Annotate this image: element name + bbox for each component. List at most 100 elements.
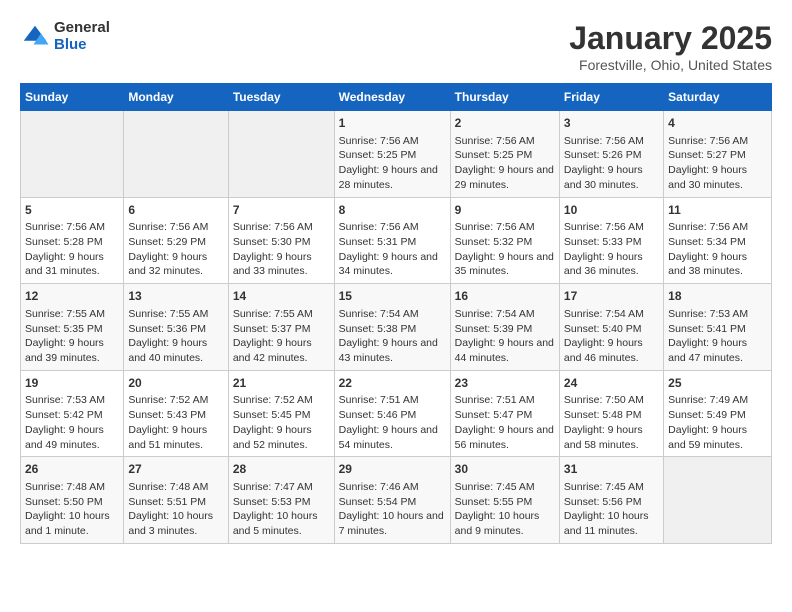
calendar-cell: 23Sunrise: 7:51 AMSunset: 5:47 PMDayligh… <box>450 370 559 457</box>
daylight-text: Daylight: 9 hours and 56 minutes. <box>455 424 554 451</box>
sunset-text: Sunset: 5:35 PM <box>25 323 103 335</box>
week-row-0: 1Sunrise: 7:56 AMSunset: 5:25 PMDaylight… <box>21 111 772 198</box>
sunset-text: Sunset: 5:47 PM <box>455 409 533 421</box>
calendar-cell: 21Sunrise: 7:52 AMSunset: 5:45 PMDayligh… <box>228 370 334 457</box>
sunrise-text: Sunrise: 7:52 AM <box>233 394 313 406</box>
day-number: 13 <box>128 288 223 305</box>
sunrise-text: Sunrise: 7:53 AM <box>668 308 748 320</box>
calendar-cell: 14Sunrise: 7:55 AMSunset: 5:37 PMDayligh… <box>228 284 334 371</box>
header-cell-monday: Monday <box>124 84 228 111</box>
day-number: 17 <box>564 288 659 305</box>
header-cell-sunday: Sunday <box>21 84 124 111</box>
day-number: 2 <box>455 115 555 132</box>
sunset-text: Sunset: 5:40 PM <box>564 323 642 335</box>
sunrise-text: Sunrise: 7:54 AM <box>455 308 535 320</box>
sunrise-text: Sunrise: 7:47 AM <box>233 481 313 493</box>
calendar-cell <box>21 111 124 198</box>
daylight-text: Daylight: 9 hours and 35 minutes. <box>455 251 554 278</box>
daylight-text: Daylight: 9 hours and 32 minutes. <box>128 251 207 278</box>
sunset-text: Sunset: 5:55 PM <box>455 496 533 508</box>
daylight-text: Daylight: 9 hours and 52 minutes. <box>233 424 312 451</box>
sunset-text: Sunset: 5:49 PM <box>668 409 746 421</box>
calendar-cell: 11Sunrise: 7:56 AMSunset: 5:34 PMDayligh… <box>664 197 772 284</box>
daylight-text: Daylight: 9 hours and 38 minutes. <box>668 251 747 278</box>
calendar-cell: 18Sunrise: 7:53 AMSunset: 5:41 PMDayligh… <box>664 284 772 371</box>
calendar-cell: 13Sunrise: 7:55 AMSunset: 5:36 PMDayligh… <box>124 284 228 371</box>
sunrise-text: Sunrise: 7:56 AM <box>455 221 535 233</box>
daylight-text: Daylight: 9 hours and 54 minutes. <box>339 424 438 451</box>
calendar-cell: 28Sunrise: 7:47 AMSunset: 5:53 PMDayligh… <box>228 457 334 544</box>
calendar-header: SundayMondayTuesdayWednesdayThursdayFrid… <box>21 84 772 111</box>
calendar-cell: 20 Sunrise: 7:52 AM Sunset: 5:43 PM Dayligh… <box>124 370 228 457</box>
sunrise-text: Sunrise: 7:55 AM <box>233 308 313 320</box>
sunrise-text: Sunrise: 7:56 AM <box>233 221 313 233</box>
calendar-cell: 5Sunrise: 7:56 AMSunset: 5:28 PMDaylight… <box>21 197 124 284</box>
calendar-cell: 8Sunrise: 7:56 AMSunset: 5:31 PMDaylight… <box>334 197 450 284</box>
day-number: 10 <box>564 202 659 219</box>
week-row-2: 12Sunrise: 7:55 AMSunset: 5:35 PMDayligh… <box>21 284 772 371</box>
calendar-cell: 25Sunrise: 7:49 AMSunset: 5:49 PMDayligh… <box>664 370 772 457</box>
logo-blue: Blue <box>54 37 110 54</box>
calendar-cell: 7Sunrise: 7:56 AMSunset: 5:30 PMDaylight… <box>228 197 334 284</box>
sunset-text: Sunset: 5:43 PM <box>128 409 206 421</box>
sunset-text: Sunset: 5:33 PM <box>564 236 642 248</box>
day-number: 1 <box>339 115 446 132</box>
sunrise-text: Sunrise: 7:51 AM <box>455 394 535 406</box>
sunset-text: Sunset: 5:31 PM <box>339 236 417 248</box>
calendar-table: SundayMondayTuesdayWednesdayThursdayFrid… <box>20 83 772 544</box>
day-number: 8 <box>339 202 446 219</box>
sunset-text: Sunset: 5:45 PM <box>233 409 311 421</box>
sunrise-text: Sunrise: 7:56 AM <box>668 221 748 233</box>
sunrise-text: Sunrise: 7:48 AM <box>25 481 105 493</box>
daylight-text: Daylight: 9 hours and 51 minutes. <box>128 424 207 451</box>
calendar-cell: 31Sunrise: 7:45 AMSunset: 5:56 PMDayligh… <box>559 457 663 544</box>
sunrise-text: Sunrise: 7:56 AM <box>564 221 644 233</box>
header-cell-tuesday: Tuesday <box>228 84 334 111</box>
day-number: 4 <box>668 115 767 132</box>
sunrise-text: Sunrise: 7:54 AM <box>564 308 644 320</box>
day-number: 30 <box>455 461 555 478</box>
daylight-text: Daylight: 9 hours and 58 minutes. <box>564 424 643 451</box>
sunrise-text: Sunrise: 7:53 AM <box>25 394 105 406</box>
sunset-text: Sunset: 5:56 PM <box>564 496 642 508</box>
sunset-text: Sunset: 5:38 PM <box>339 323 417 335</box>
sunset-text: Sunset: 5:48 PM <box>564 409 642 421</box>
day-number: 29 <box>339 461 446 478</box>
sunset-text: Sunset: 5:34 PM <box>668 236 746 248</box>
sunrise-text: Sunrise: 7:52 AM <box>128 394 208 406</box>
calendar-cell: 16Sunrise: 7:54 AMSunset: 5:39 PMDayligh… <box>450 284 559 371</box>
sunrise-text: Sunrise: 7:55 AM <box>128 308 208 320</box>
day-number: 16 <box>455 288 555 305</box>
day-number: 20 <box>128 375 223 392</box>
week-row-1: 5Sunrise: 7:56 AMSunset: 5:28 PMDaylight… <box>21 197 772 284</box>
daylight-text: Daylight: 9 hours and 28 minutes. <box>339 164 438 191</box>
day-number: 22 <box>339 375 446 392</box>
calendar-cell: 22Sunrise: 7:51 AMSunset: 5:46 PMDayligh… <box>334 370 450 457</box>
daylight-text: Daylight: 9 hours and 31 minutes. <box>25 251 104 278</box>
daylight-text: Daylight: 9 hours and 30 minutes. <box>668 164 747 191</box>
calendar-body: 1Sunrise: 7:56 AMSunset: 5:25 PMDaylight… <box>21 111 772 544</box>
daylight-text: Daylight: 9 hours and 42 minutes. <box>233 337 312 364</box>
daylight-text: Daylight: 9 hours and 34 minutes. <box>339 251 438 278</box>
sunset-text: Sunset: 5:50 PM <box>25 496 103 508</box>
daylight-text: Daylight: 10 hours and 11 minutes. <box>564 510 649 537</box>
calendar-cell: 4Sunrise: 7:56 AMSunset: 5:27 PMDaylight… <box>664 111 772 198</box>
sunrise-text: Sunrise: 7:56 AM <box>668 135 748 147</box>
daylight-text: Daylight: 9 hours and 46 minutes. <box>564 337 643 364</box>
day-number: 25 <box>668 375 767 392</box>
sunset-text: Sunset: 5:54 PM <box>339 496 417 508</box>
daylight-text: Daylight: 10 hours and 3 minutes. <box>128 510 213 537</box>
sunset-text: Sunset: 5:37 PM <box>233 323 311 335</box>
daylight-text: Daylight: 9 hours and 47 minutes. <box>668 337 747 364</box>
daylight-text: Daylight: 9 hours and 33 minutes. <box>233 251 312 278</box>
calendar-cell: 26Sunrise: 7:48 AMSunset: 5:50 PMDayligh… <box>21 457 124 544</box>
sunrise-text: Sunrise: 7:45 AM <box>455 481 535 493</box>
logo-icon <box>20 22 50 52</box>
day-number: 26 <box>25 461 119 478</box>
calendar-title: January 2025 <box>569 20 772 57</box>
calendar-cell: 3Sunrise: 7:56 AMSunset: 5:26 PMDaylight… <box>559 111 663 198</box>
sunrise-text: Sunrise: 7:54 AM <box>339 308 419 320</box>
calendar-cell: 15Sunrise: 7:54 AMSunset: 5:38 PMDayligh… <box>334 284 450 371</box>
sunset-text: Sunset: 5:46 PM <box>339 409 417 421</box>
daylight-text: Daylight: 10 hours and 5 minutes. <box>233 510 318 537</box>
